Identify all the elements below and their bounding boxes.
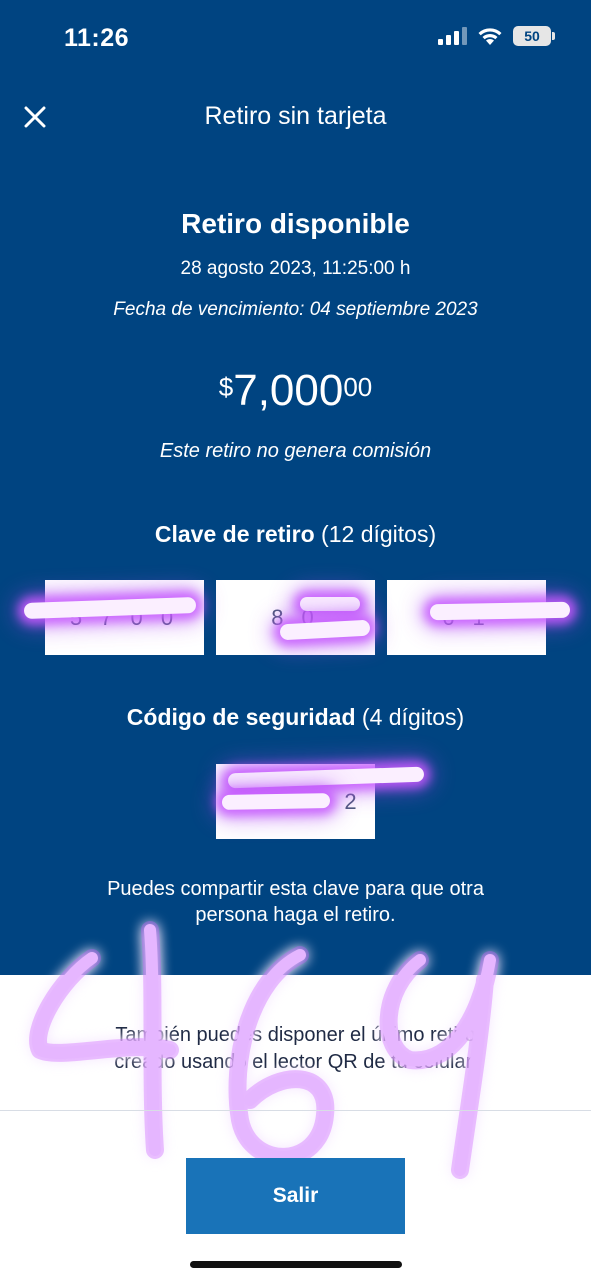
qr-note: También puedes disponer el último retiro… <box>0 1022 591 1076</box>
security-code-label-rest: (4 dígitos) <box>355 704 465 730</box>
qr-note-text: También puedes disponer el último retiro… <box>114 1024 477 1073</box>
security-code-label: Código de seguridad (4 dígitos) <box>0 704 591 731</box>
security-code-label-bold: Código de seguridad <box>126 704 356 730</box>
redaction-scribble <box>429 601 571 621</box>
redaction-scribble <box>300 597 360 611</box>
commission-note: Este retiro no genera comisión <box>159 440 432 462</box>
wifi-icon <box>478 28 502 45</box>
status-time: 11:26 <box>64 24 130 52</box>
amount-integer: 7,000 <box>233 366 344 415</box>
security-code-value: 2 <box>344 788 357 814</box>
status-icons: 50 <box>438 26 555 46</box>
main-panel: 11:26 50 Retiro sin tarjeta Retiro dispo… <box>0 0 591 975</box>
share-note: Puedes compartir esta clave para que otr… <box>0 876 591 928</box>
home-indicator[interactable] <box>190 1261 402 1268</box>
exit-button[interactable]: Salir <box>186 1158 405 1234</box>
withdrawal-key-label-bold: Clave de retiro <box>154 521 315 547</box>
share-note-text: Puedes compartir esta clave para que otr… <box>107 878 484 926</box>
withdrawal-datetime: 28 agosto 2023, 11:25:00 h <box>180 258 411 279</box>
footer-divider <box>0 1110 591 1111</box>
signal-icon <box>438 27 467 45</box>
withdrawal-key-label-rest: (12 dígitos) <box>314 521 437 547</box>
amount-cents: 00 <box>343 372 373 402</box>
expiry-date: Fecha de vencimiento: 04 septiembre 2023 <box>113 299 478 320</box>
withdrawal-key-label: Clave de retiro (12 dígitos) <box>0 521 591 548</box>
redaction-scribble <box>221 793 331 810</box>
battery-icon: 50 <box>513 26 555 46</box>
page-title: Retiro sin tarjeta <box>204 102 387 130</box>
withdrawal-status-title: Retiro disponible <box>181 208 410 239</box>
withdrawal-amount: $7,00000 <box>0 366 591 416</box>
withdrawal-key-group-2: 8 0 <box>216 580 375 655</box>
currency-symbol: $ <box>218 372 234 402</box>
withdrawal-key-group-1: 5 7 0 0 <box>45 580 204 655</box>
